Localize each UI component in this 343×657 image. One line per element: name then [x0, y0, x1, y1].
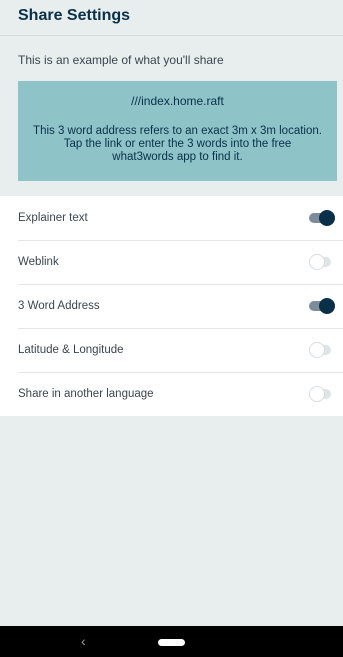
weblink-toggle[interactable] [309, 254, 335, 270]
toggle-knob [309, 386, 325, 402]
setting-label: Latitude & Longitude [18, 344, 124, 356]
settings-list: Explainer text Weblink 3 Word Address La… [0, 196, 343, 416]
preview-description: This 3 word address refers to an exact 3… [33, 125, 322, 163]
page-title: Share Settings [18, 7, 131, 24]
preview-address: ///index.home.raft [131, 94, 224, 108]
system-nav-bar: ‹ [0, 626, 343, 657]
share-language-toggle[interactable] [309, 386, 335, 402]
share-intro-text: This is an example of what you'll share [18, 53, 224, 67]
setting-row-3-word-address[interactable]: 3 Word Address [0, 284, 343, 328]
setting-row-weblink[interactable]: Weblink [0, 240, 343, 284]
setting-label: Explainer text [18, 212, 88, 224]
latitude-longitude-toggle[interactable] [309, 342, 335, 358]
setting-row-share-language[interactable]: Share in another language [0, 372, 343, 416]
app-header: Share Settings [0, 0, 343, 36]
setting-label: Share in another language [18, 388, 154, 400]
toggle-knob [319, 298, 335, 314]
back-icon[interactable]: ‹ [81, 634, 86, 648]
setting-row-latitude-longitude[interactable]: Latitude & Longitude [0, 328, 343, 372]
setting-label: Weblink [18, 256, 59, 268]
share-preview-card: ///index.home.raft This 3 word address r… [18, 81, 337, 181]
explainer-text-toggle[interactable] [309, 210, 335, 226]
toggle-knob [319, 210, 335, 226]
setting-row-explainer-text[interactable]: Explainer text [0, 196, 343, 240]
setting-label: 3 Word Address [18, 300, 100, 312]
3-word-address-toggle[interactable] [309, 298, 335, 314]
toggle-knob [309, 254, 325, 270]
home-pill-icon[interactable] [158, 639, 185, 646]
toggle-knob [309, 342, 325, 358]
